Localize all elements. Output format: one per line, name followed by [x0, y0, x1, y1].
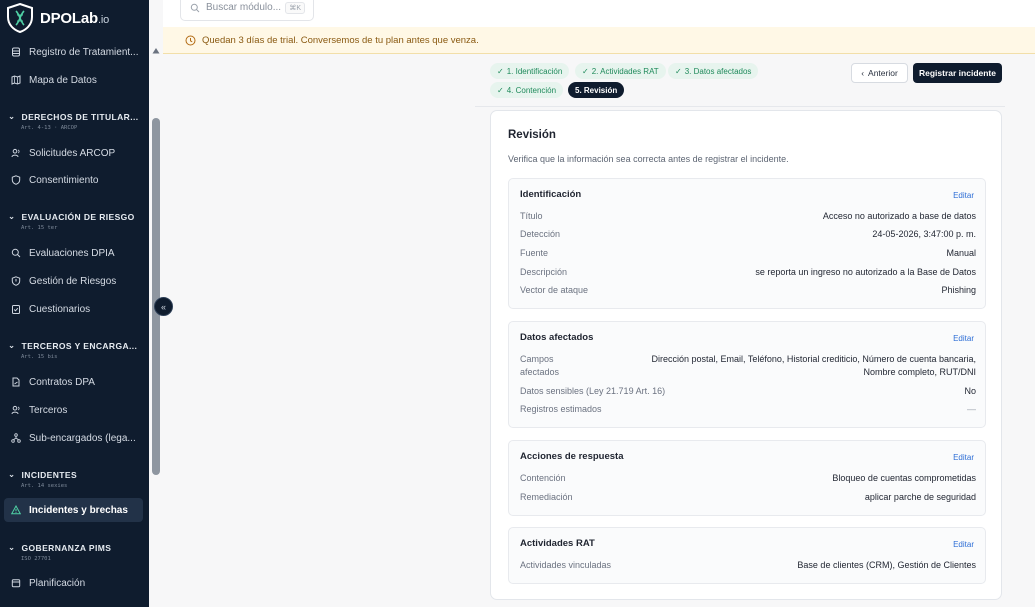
sidebar-item-cuestionarios[interactable]: Cuestionarios — [4, 297, 143, 321]
sidebar-item-label: Registro de Tratamient... — [29, 46, 139, 58]
sidebar-scrollbar-thumb[interactable] — [152, 118, 160, 475]
shield-icon — [11, 175, 21, 185]
edit-identificacion-link[interactable]: Editar — [953, 191, 974, 200]
search-icon — [11, 248, 21, 258]
warning-triangle-icon — [11, 505, 21, 515]
step-actividades-rat[interactable]: ✓ 2. Actividades RAT — [575, 63, 666, 79]
review-card: Revisión Verifica que la información sea… — [490, 110, 1002, 600]
calendar-icon — [11, 579, 21, 588]
sidebar-item-solicitudes[interactable]: Solicitudes ARCOP — [4, 141, 143, 165]
sidebar-item-incidentes[interactable]: Incidentes y brechas — [4, 498, 143, 522]
section-derechos[interactable]: ⌄ DERECHOS DE TITULAR... Art. 4-13 · ARCO… — [8, 111, 142, 131]
sidebar-item-terceros[interactable]: Terceros — [4, 398, 143, 422]
sidebar-item-consentimiento[interactable]: Consentimiento — [4, 168, 143, 192]
sidebar-item-planificacion[interactable]: Planificación — [4, 571, 143, 595]
chevron-down-icon: ⌄ — [8, 469, 16, 479]
step-revision[interactable]: 5. Revisión — [568, 82, 625, 98]
scroll-up-arrow-icon[interactable] — [152, 47, 160, 55]
chevron-left-icon: ‹ — [861, 68, 865, 78]
step-datos-afectados[interactable]: ✓ 3. Datos afectados — [668, 63, 759, 79]
check-icon: ✓ — [582, 66, 589, 76]
clipboard-check-icon — [12, 305, 20, 314]
sidebar-item-contratos[interactable]: Contratos DPA — [4, 370, 143, 394]
check-icon: ✓ — [675, 66, 682, 76]
review-description: Verifica que la información sea correcta… — [508, 154, 789, 164]
check-icon: ✓ — [497, 66, 504, 76]
sidebar-item-registro[interactable]: Registro de Tratamient... — [4, 40, 143, 64]
collapse-sidebar-button[interactable]: « — [154, 297, 173, 316]
trial-banner-text: Quedan 3 días de trial. Conversemos de t… — [202, 34, 479, 46]
sidebar-item-label: Sub-encargados (lega... — [29, 432, 136, 444]
panel-acciones: Acciones de respuesta Editar Contención B… — [508, 440, 986, 516]
register-incident-button[interactable]: Registrar incidente — [913, 63, 1002, 83]
sidebar-item-label: Gestión de Riesgos — [29, 275, 117, 287]
shield-logo-icon — [7, 3, 33, 33]
file-pen-icon — [12, 377, 20, 387]
panel-actividades: Actividades RAT Editar Actividades vincu… — [508, 527, 986, 584]
shield-alert-icon — [11, 276, 21, 286]
sidebar-item-label: Contratos DPA — [29, 376, 95, 388]
panel-datos-afectados: Datos afectados Editar Campos Dirección p… — [508, 321, 986, 428]
sidebar-item-label: Terceros — [29, 404, 68, 416]
map-icon — [11, 75, 21, 85]
section-gobernanza[interactable]: ⌄ GOBERNANZA PIMS ISO 27701 — [8, 542, 142, 562]
sidebar-item-riesgos[interactable]: Gestión de Riesgos — [4, 269, 143, 293]
sidebar-item-label: Planificación — [29, 577, 86, 589]
chevron-down-icon: ⌄ — [8, 542, 16, 552]
database-icon — [12, 47, 20, 57]
brand-logo[interactable]: DPOLab.io — [6, 2, 109, 34]
step-identificacion[interactable]: ✓ 1. Identificación — [490, 63, 570, 79]
edit-datos-link[interactable]: Editar — [953, 334, 974, 343]
network-icon — [11, 433, 21, 443]
check-icon: ✓ — [497, 85, 504, 95]
chevrons-left-icon: « — [160, 301, 166, 312]
users-icon — [11, 148, 20, 158]
users-icon — [11, 405, 20, 415]
brand-name: DPOLab.io — [40, 9, 110, 27]
search-shortcut: ⌘K — [285, 2, 305, 14]
sidebar-item-label: Solicitudes ARCOP — [29, 147, 116, 159]
chevron-down-icon: ⌄ — [8, 340, 16, 350]
divider — [475, 106, 1005, 107]
section-evaluacion[interactable]: ⌄ EVALUACIÓN DE RIESGO Art. 15 ter — [8, 211, 142, 231]
edit-actividades-link[interactable]: Editar — [953, 540, 974, 549]
previous-button[interactable]: ‹ Anterior — [851, 63, 908, 83]
search-input[interactable]: Buscar módulo... ⌘K — [180, 0, 314, 21]
section-terceros[interactable]: ⌄ TERCEROS Y ENCARGA... Art. 15 bis — [8, 340, 142, 360]
chevron-down-icon: ⌄ — [8, 111, 16, 121]
panel-identificacion: Identificación Editar Título Acceso no au… — [508, 178, 986, 309]
sidebar-item-mapa[interactable]: Mapa de Datos — [4, 68, 143, 92]
sidebar-item-evaluaciones[interactable]: Evaluaciones DPIA — [4, 241, 143, 265]
sidebar: DPOLab.io Registro de Tratamient... Mapa… — [0, 0, 149, 607]
review-title: Revisión — [508, 129, 556, 141]
search-placeholder: Buscar módulo... — [206, 2, 282, 13]
edit-acciones-link[interactable]: Editar — [953, 453, 974, 462]
sidebar-item-label: Incidentes y brechas — [29, 504, 128, 516]
trial-banner: Quedan 3 días de trial. Conversemos de t… — [163, 27, 1035, 54]
clock-icon — [185, 35, 196, 45]
sidebar-item-label: Consentimiento — [29, 174, 99, 186]
sidebar-item-subencargados[interactable]: Sub-encargados (lega... — [4, 426, 143, 450]
section-incidentes[interactable]: ⌄ INCIDENTES Art. 14 sexies — [8, 469, 142, 489]
step-contencion[interactable]: ✓ 4. Contención — [490, 82, 564, 98]
sidebar-item-label: Cuestionarios — [29, 303, 91, 315]
search-icon — [190, 3, 200, 12]
topbar: Buscar módulo... ⌘K — [163, 0, 1035, 27]
sidebar-item-label: Mapa de Datos — [29, 74, 97, 86]
chevron-down-icon: ⌄ — [8, 211, 16, 221]
sidebar-item-label: Evaluaciones DPIA — [29, 247, 115, 259]
